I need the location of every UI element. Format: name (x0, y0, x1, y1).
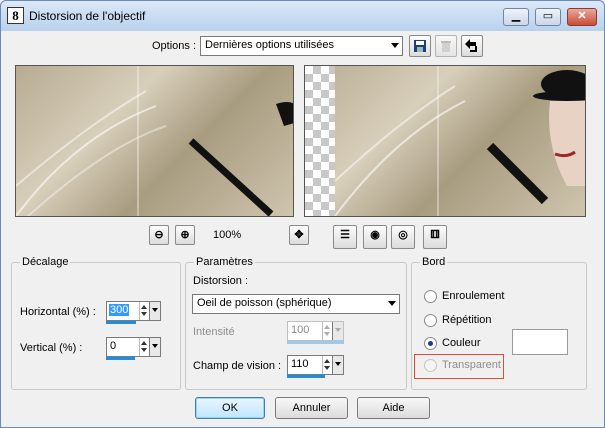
decalage-group: Décalage Horizontal (%) : 300 Vertical (… (11, 256, 181, 390)
vertical-input[interactable]: 0 (106, 337, 161, 357)
radio-repetition-label[interactable]: Répétition (442, 314, 492, 326)
chevron-down-icon[interactable] (149, 338, 160, 356)
intensite-value: 100 (291, 324, 310, 336)
bord-group: Bord Enroulement Répétition Couleur Tran… (411, 256, 587, 390)
zoom-in-icon: ⊕ (180, 229, 190, 241)
delete-preset-button[interactable] (435, 35, 457, 57)
app-icon: 8 (7, 7, 24, 24)
distorsion-label: Distorsion : (193, 275, 249, 287)
horizontal-input[interactable]: 300 (106, 301, 161, 321)
horizontal-value: 300 (109, 304, 130, 316)
parametres-group: Paramètres Distorsion : Oeil de poisson … (185, 256, 407, 390)
radio-transparent[interactable] (424, 359, 437, 372)
maximize-icon: ▭ (542, 10, 554, 22)
horizontal-label: Horizontal (%) : (20, 306, 96, 318)
dialog-window: 8 Distorsion de l'objectif ▁ ▭ ✕ Options… (0, 0, 605, 428)
chevron-down-icon[interactable] (332, 356, 343, 374)
zoom-in-button[interactable]: ⊕ (175, 225, 195, 245)
distorsion-select[interactable]: Oeil de poisson (sphérique) (192, 294, 400, 314)
chevron-down-icon[interactable] (149, 302, 160, 320)
annuler-button[interactable]: Annuler (275, 397, 348, 419)
vertical-value: 0 (110, 340, 117, 352)
close-icon: ✕ (577, 10, 587, 22)
color-swatch[interactable] (512, 329, 568, 355)
eye-lock-icon: ◉ (370, 229, 380, 241)
champ-label: Champ de vision : (193, 360, 282, 372)
champ-input[interactable]: 110 (287, 355, 344, 375)
options-select[interactable]: Dernières options utilisées (200, 36, 403, 56)
radio-repetition[interactable] (424, 314, 437, 327)
horizontal-slider[interactable] (106, 321, 136, 324)
radio-transparent-label[interactable]: Transparent (442, 359, 501, 371)
result-preview[interactable] (304, 65, 586, 217)
radio-enroulement-label[interactable]: Enroulement (442, 290, 504, 302)
champ-value: 110 (291, 358, 309, 370)
intensite-input[interactable]: 100 (287, 321, 344, 341)
randomize-button[interactable]: ⚅ (423, 225, 447, 249)
chevron-down-icon (388, 301, 396, 306)
vertical-spinner[interactable] (139, 338, 149, 356)
bord-title: Bord (420, 256, 448, 268)
save-icon (414, 40, 426, 52)
original-preview-image (16, 66, 293, 216)
champ-slider[interactable] (287, 375, 325, 378)
horizontal-spinner[interactable] (139, 302, 149, 320)
vertical-slider[interactable] (106, 357, 135, 360)
reset-preset-button[interactable] (461, 35, 483, 57)
maximize-button[interactable]: ▭ (535, 8, 561, 26)
window-title: Distorsion de l'objectif (29, 9, 146, 23)
pan-button[interactable]: ✥ (289, 225, 309, 245)
eye-icon: ◎ (398, 229, 408, 241)
result-preview-image (334, 66, 585, 216)
close-button[interactable]: ✕ (567, 8, 597, 26)
preview-on-image-button[interactable]: ◎ (391, 225, 415, 249)
vertical-label: Vertical (%) : (20, 342, 83, 354)
radio-couleur[interactable] (424, 337, 437, 350)
options-label: Options : (152, 40, 197, 52)
original-preview[interactable] (15, 65, 294, 217)
intensite-label: Intensité (193, 326, 235, 338)
intensite-spinner[interactable] (322, 322, 332, 340)
dice-icon: ⚅ (430, 229, 440, 241)
trash-icon (441, 41, 451, 52)
radio-couleur-label[interactable]: Couleur (442, 337, 481, 349)
decalage-title: Décalage (20, 256, 71, 268)
minimize-button[interactable]: ▁ (503, 8, 529, 26)
title-bar[interactable]: 8 Distorsion de l'objectif ▁ ▭ ✕ (1, 1, 604, 31)
ok-button[interactable]: OK (195, 397, 265, 419)
dialog-client: Options : Dernières options utilisées ⊖ … (7, 31, 599, 423)
options-select-value: Dernières options utilisées (205, 39, 335, 51)
parametres-title: Paramètres (194, 256, 255, 268)
chevron-down-icon[interactable] (332, 322, 343, 340)
layout-icon: ☰ (340, 229, 350, 241)
aide-button[interactable]: Aide (357, 397, 430, 419)
save-preset-button[interactable] (409, 35, 431, 57)
zoom-level: 100% (213, 229, 242, 241)
zoom-out-icon: ⊖ (154, 229, 164, 241)
undo-icon (465, 39, 477, 52)
move-icon: ✥ (294, 229, 304, 241)
distorsion-select-value: Oeil de poisson (sphérique) (197, 297, 332, 309)
zoom-out-button[interactable]: ⊖ (149, 225, 169, 245)
minimize-icon: ▁ (511, 10, 521, 22)
preview-layout-button[interactable]: ☰ (333, 225, 357, 249)
intensite-slider[interactable] (287, 341, 344, 344)
champ-spinner[interactable] (322, 356, 332, 374)
auto-preview-button[interactable]: ◉ (363, 225, 387, 249)
radio-enroulement[interactable] (424, 290, 437, 303)
chevron-down-icon (391, 43, 399, 48)
